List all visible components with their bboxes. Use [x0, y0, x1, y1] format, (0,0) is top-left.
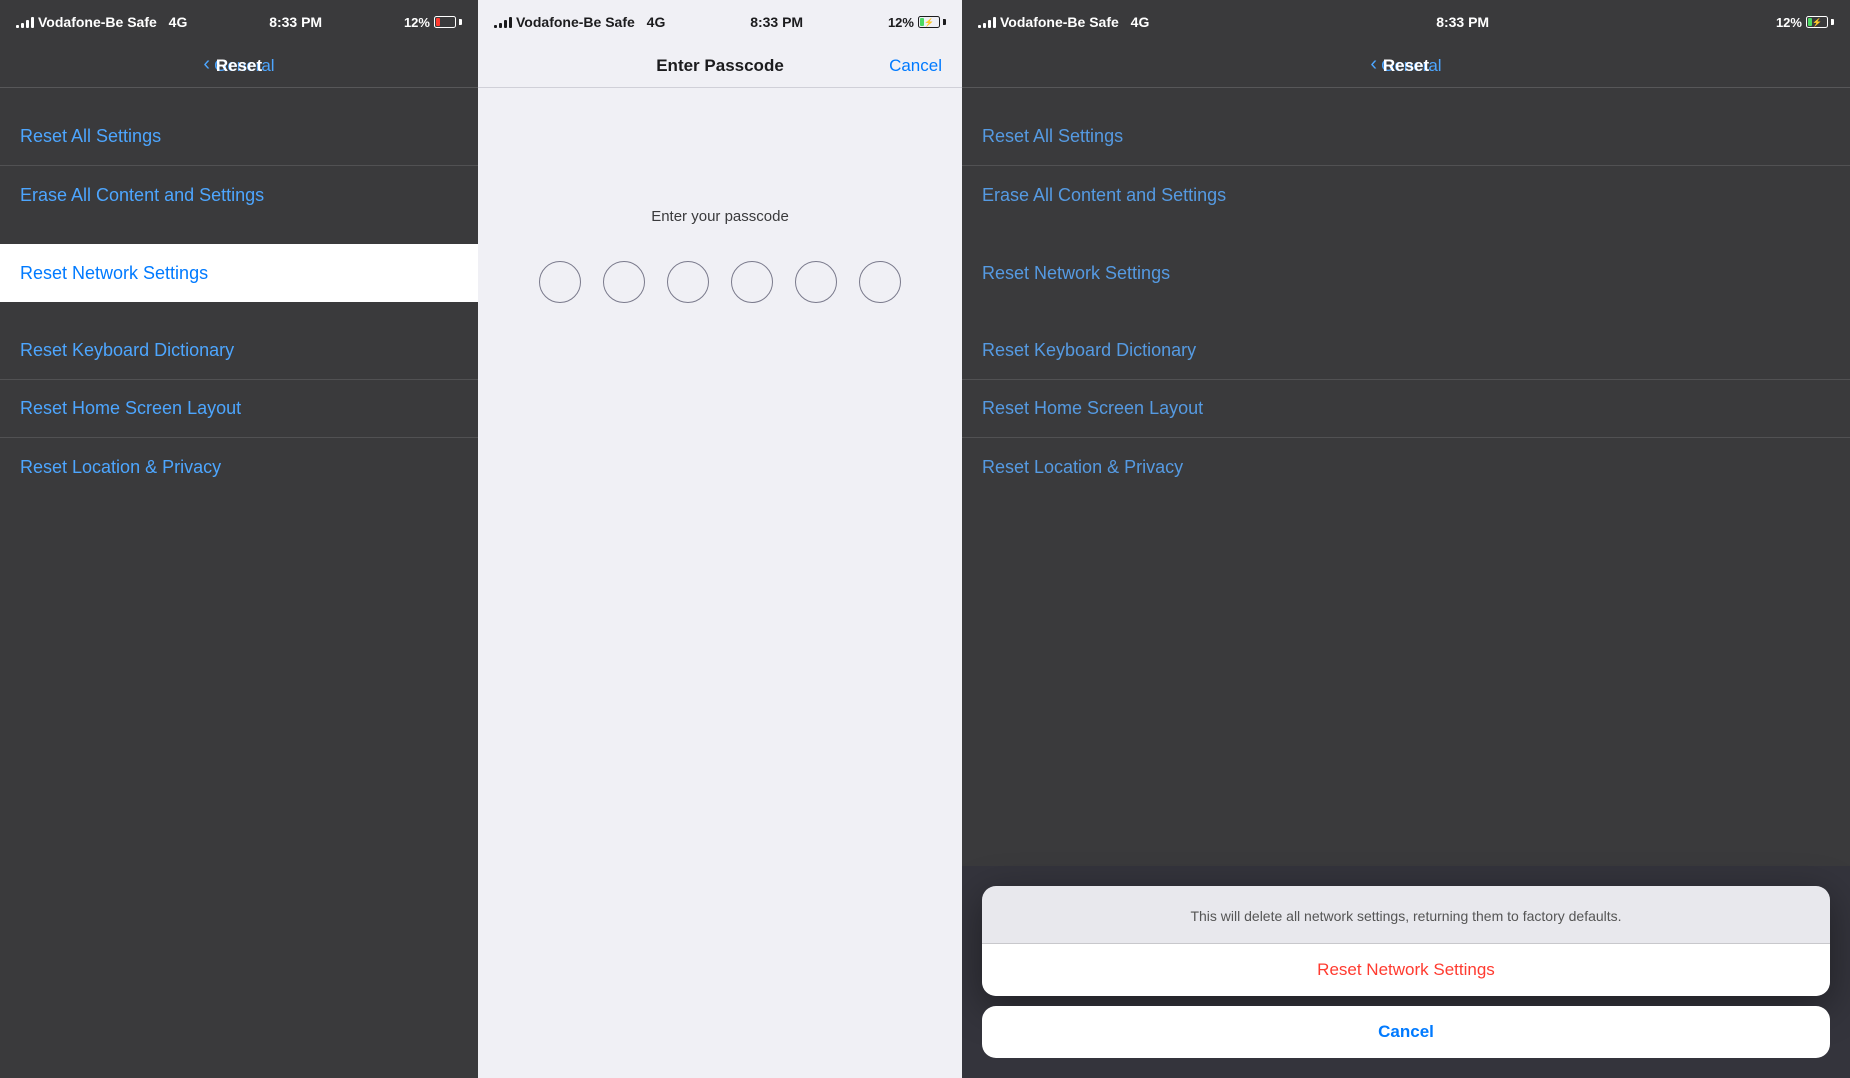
settings-group-1: Reset All Settings Erase All Content and…: [0, 108, 478, 224]
passcode-dot-5: [795, 261, 837, 303]
status-bar-right: Vodafone-Be Safe 4G 8:33 PM 12% ⚡: [962, 0, 1850, 44]
passcode-dot-1: [539, 261, 581, 303]
nav-title-right: Reset: [1383, 56, 1429, 76]
item-label: Reset Location & Privacy: [20, 457, 221, 478]
alert-box: This will delete all network settings, r…: [982, 886, 1830, 996]
item-label: Reset Keyboard Dictionary: [982, 340, 1196, 361]
battery-percent: 12%: [888, 15, 914, 30]
passcode-instruction: Enter your passcode: [478, 208, 962, 225]
item-label: Erase All Content and Settings: [982, 185, 1226, 206]
passcode-dot-3: [667, 261, 709, 303]
item-label: Erase All Content and Settings: [20, 185, 264, 206]
settings-list-left: Reset All Settings Erase All Content and…: [0, 88, 478, 496]
carrier-name: Vodafone-Be Safe: [38, 14, 157, 30]
list-item[interactable]: Erase All Content and Settings: [0, 166, 478, 224]
nav-bar-middle: Enter Passcode Cancel: [478, 44, 962, 88]
passcode-dots: [478, 261, 962, 303]
group-separator: [962, 302, 1850, 322]
status-carrier-right: Vodafone-Be Safe 4G: [978, 14, 1149, 30]
cancel-button-middle[interactable]: Cancel: [889, 56, 942, 76]
reset-network-confirm-button[interactable]: Reset Network Settings: [982, 944, 1830, 996]
item-label: Reset All Settings: [982, 126, 1123, 147]
list-item[interactable]: Reset Location & Privacy: [962, 438, 1850, 496]
signal-icon: [494, 16, 512, 28]
alert-overlay: This will delete all network settings, r…: [962, 866, 1850, 1078]
status-bar-middle: Vodafone-Be Safe 4G 8:33 PM 12% ⚡: [478, 0, 962, 44]
middle-panel: Vodafone-Be Safe 4G 8:33 PM 12% ⚡ Enter …: [478, 0, 962, 1078]
battery-percent: 12%: [404, 15, 430, 30]
settings-list-right: Reset All Settings Erase All Content and…: [962, 88, 1850, 496]
status-time-right: 8:33 PM: [1436, 14, 1489, 30]
list-item[interactable]: Reset Home Screen Layout: [0, 380, 478, 438]
status-carrier-left: Vodafone-Be Safe 4G: [16, 14, 187, 30]
signal-icon: [978, 16, 996, 28]
item-label: Reset Home Screen Layout: [20, 398, 241, 419]
status-battery-right: 12% ⚡: [1776, 15, 1834, 30]
nav-title-middle: Enter Passcode: [656, 56, 784, 76]
passcode-dot-2: [603, 261, 645, 303]
list-item[interactable]: Reset All Settings: [0, 108, 478, 166]
battery-icon: ⚡: [918, 16, 946, 28]
left-panel: Vodafone-Be Safe 4G 8:33 PM 12% ‹ Genera…: [0, 0, 478, 1078]
item-label: Reset Location & Privacy: [982, 457, 1183, 478]
nav-title-left: Reset: [216, 56, 262, 76]
charging-bolt-icon: ⚡: [924, 18, 934, 27]
item-label: Reset All Settings: [20, 126, 161, 147]
alert-cancel-button[interactable]: Cancel: [982, 1006, 1830, 1058]
list-item[interactable]: Erase All Content and Settings: [962, 166, 1850, 224]
item-label: Reset Keyboard Dictionary: [20, 340, 234, 361]
nav-bar-right: ‹ General Reset: [962, 44, 1850, 88]
group-separator: [0, 224, 478, 244]
status-bar-left: Vodafone-Be Safe 4G 8:33 PM 12%: [0, 0, 478, 44]
right-panel: Vodafone-Be Safe 4G 8:33 PM 12% ⚡ ‹ Gene…: [962, 0, 1850, 1078]
status-carrier-middle: Vodafone-Be Safe 4G: [494, 14, 665, 30]
settings-group-r2: Reset Network Settings: [962, 244, 1850, 302]
list-item-active[interactable]: Reset Network Settings: [0, 244, 478, 302]
network-type: 4G: [169, 14, 188, 30]
network-type: 4G: [647, 14, 666, 30]
passcode-dot-4: [731, 261, 773, 303]
status-battery-middle: 12% ⚡: [888, 15, 946, 30]
group-separator: [962, 224, 1850, 244]
status-battery: 12%: [404, 15, 462, 30]
battery-icon: [434, 16, 462, 28]
item-label: Reset Network Settings: [20, 263, 208, 284]
nav-bar-left: ‹ General Reset: [0, 44, 478, 88]
passcode-container: Enter your passcode: [478, 88, 962, 1078]
alert-message: This will delete all network settings, r…: [982, 886, 1830, 943]
status-time-middle: 8:33 PM: [750, 14, 803, 30]
item-label: Reset Network Settings: [982, 263, 1170, 284]
list-item[interactable]: Reset Home Screen Layout: [962, 380, 1850, 438]
list-item[interactable]: Reset Network Settings: [962, 244, 1850, 302]
chevron-left-icon: ‹: [203, 53, 210, 76]
group-separator: [0, 302, 478, 322]
status-time: 8:33 PM: [269, 14, 322, 30]
settings-group-r3: Reset Keyboard Dictionary Reset Home Scr…: [962, 322, 1850, 496]
chevron-left-icon: ‹: [1370, 53, 1377, 76]
carrier-name: Vodafone-Be Safe: [516, 14, 635, 30]
settings-group-2: Reset Network Settings: [0, 244, 478, 302]
signal-icon: [16, 16, 34, 28]
network-type: 4G: [1131, 14, 1150, 30]
list-item[interactable]: Reset Keyboard Dictionary: [0, 322, 478, 380]
list-item[interactable]: Reset All Settings: [962, 108, 1850, 166]
carrier-name: Vodafone-Be Safe: [1000, 14, 1119, 30]
charging-bolt-icon: ⚡: [1812, 18, 1822, 27]
list-item[interactable]: Reset Location & Privacy: [0, 438, 478, 496]
settings-group-3: Reset Keyboard Dictionary Reset Home Scr…: [0, 322, 478, 496]
battery-icon: ⚡: [1806, 16, 1834, 28]
item-label: Reset Home Screen Layout: [982, 398, 1203, 419]
battery-percent: 12%: [1776, 15, 1802, 30]
list-item[interactable]: Reset Keyboard Dictionary: [962, 322, 1850, 380]
settings-group-r1: Reset All Settings Erase All Content and…: [962, 108, 1850, 224]
passcode-dot-6: [859, 261, 901, 303]
